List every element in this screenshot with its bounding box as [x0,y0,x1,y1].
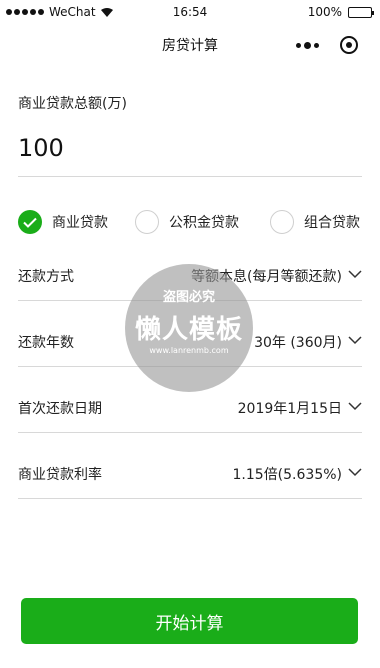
first-repayment-date-label: 首次还款日期 [18,401,102,417]
status-bar-right: 100% [307,5,374,19]
radio-label: 公积金贷款 [169,215,239,231]
mini-program-capsule [292,32,358,58]
divider [18,176,362,177]
watermark-main-text: 懒人模板 [134,315,243,345]
watermark-url-text: www.lanrenmb.com [149,346,229,355]
divider [18,432,362,433]
close-target-icon[interactable] [340,36,358,54]
interest-rate-label: 商业贷款利率 [18,467,102,483]
status-bar: WeChat 16:54 100% [0,0,380,24]
unchecked-icon [135,210,159,234]
battery-icon [348,6,374,18]
interest-rate-value: 1.15倍(5.635%) [232,467,342,483]
loan-amount-input[interactable] [18,128,362,168]
repayment-method-label: 还款方式 [18,269,74,285]
watermark-top-text: 盗图必究 [162,290,215,305]
loan-amount-label: 商业贷款总额(万) [18,96,127,112]
radio-commercial-loan[interactable]: 商业贷款 [18,210,108,234]
more-icon[interactable] [292,41,319,49]
divider [18,498,362,499]
chevron-down-icon [348,401,362,411]
repayment-years-label: 还款年数 [18,335,74,351]
chevron-down-icon [348,467,362,477]
radio-label: 商业贷款 [52,215,108,231]
start-calculation-button[interactable]: 开始计算 [21,598,358,644]
nav-bar: 房贷计算 [0,24,380,64]
first-repayment-date-row[interactable]: 首次还款日期 2019年1月15日 [18,398,362,420]
battery-percent: 100% [307,5,342,19]
unchecked-icon [270,210,294,234]
chevron-down-icon [348,269,362,279]
checked-icon [18,210,42,234]
loan-type-group: 商业贷款 公积金贷款 组合贷款 [18,210,368,236]
chevron-down-icon [348,335,362,345]
repayment-years-value: 30年 (360月) [254,335,342,351]
interest-rate-row[interactable]: 商业贷款利率 1.15倍(5.635%) [18,464,362,486]
watermark-badge: 盗图必究 懒人模板 www.lanrenmb.com [125,264,253,392]
radio-provident-fund-loan[interactable]: 公积金贷款 [135,210,239,234]
radio-label: 组合贷款 [304,215,360,231]
first-repayment-date-value: 2019年1月15日 [237,401,342,417]
radio-combined-loan[interactable]: 组合贷款 [270,210,360,234]
